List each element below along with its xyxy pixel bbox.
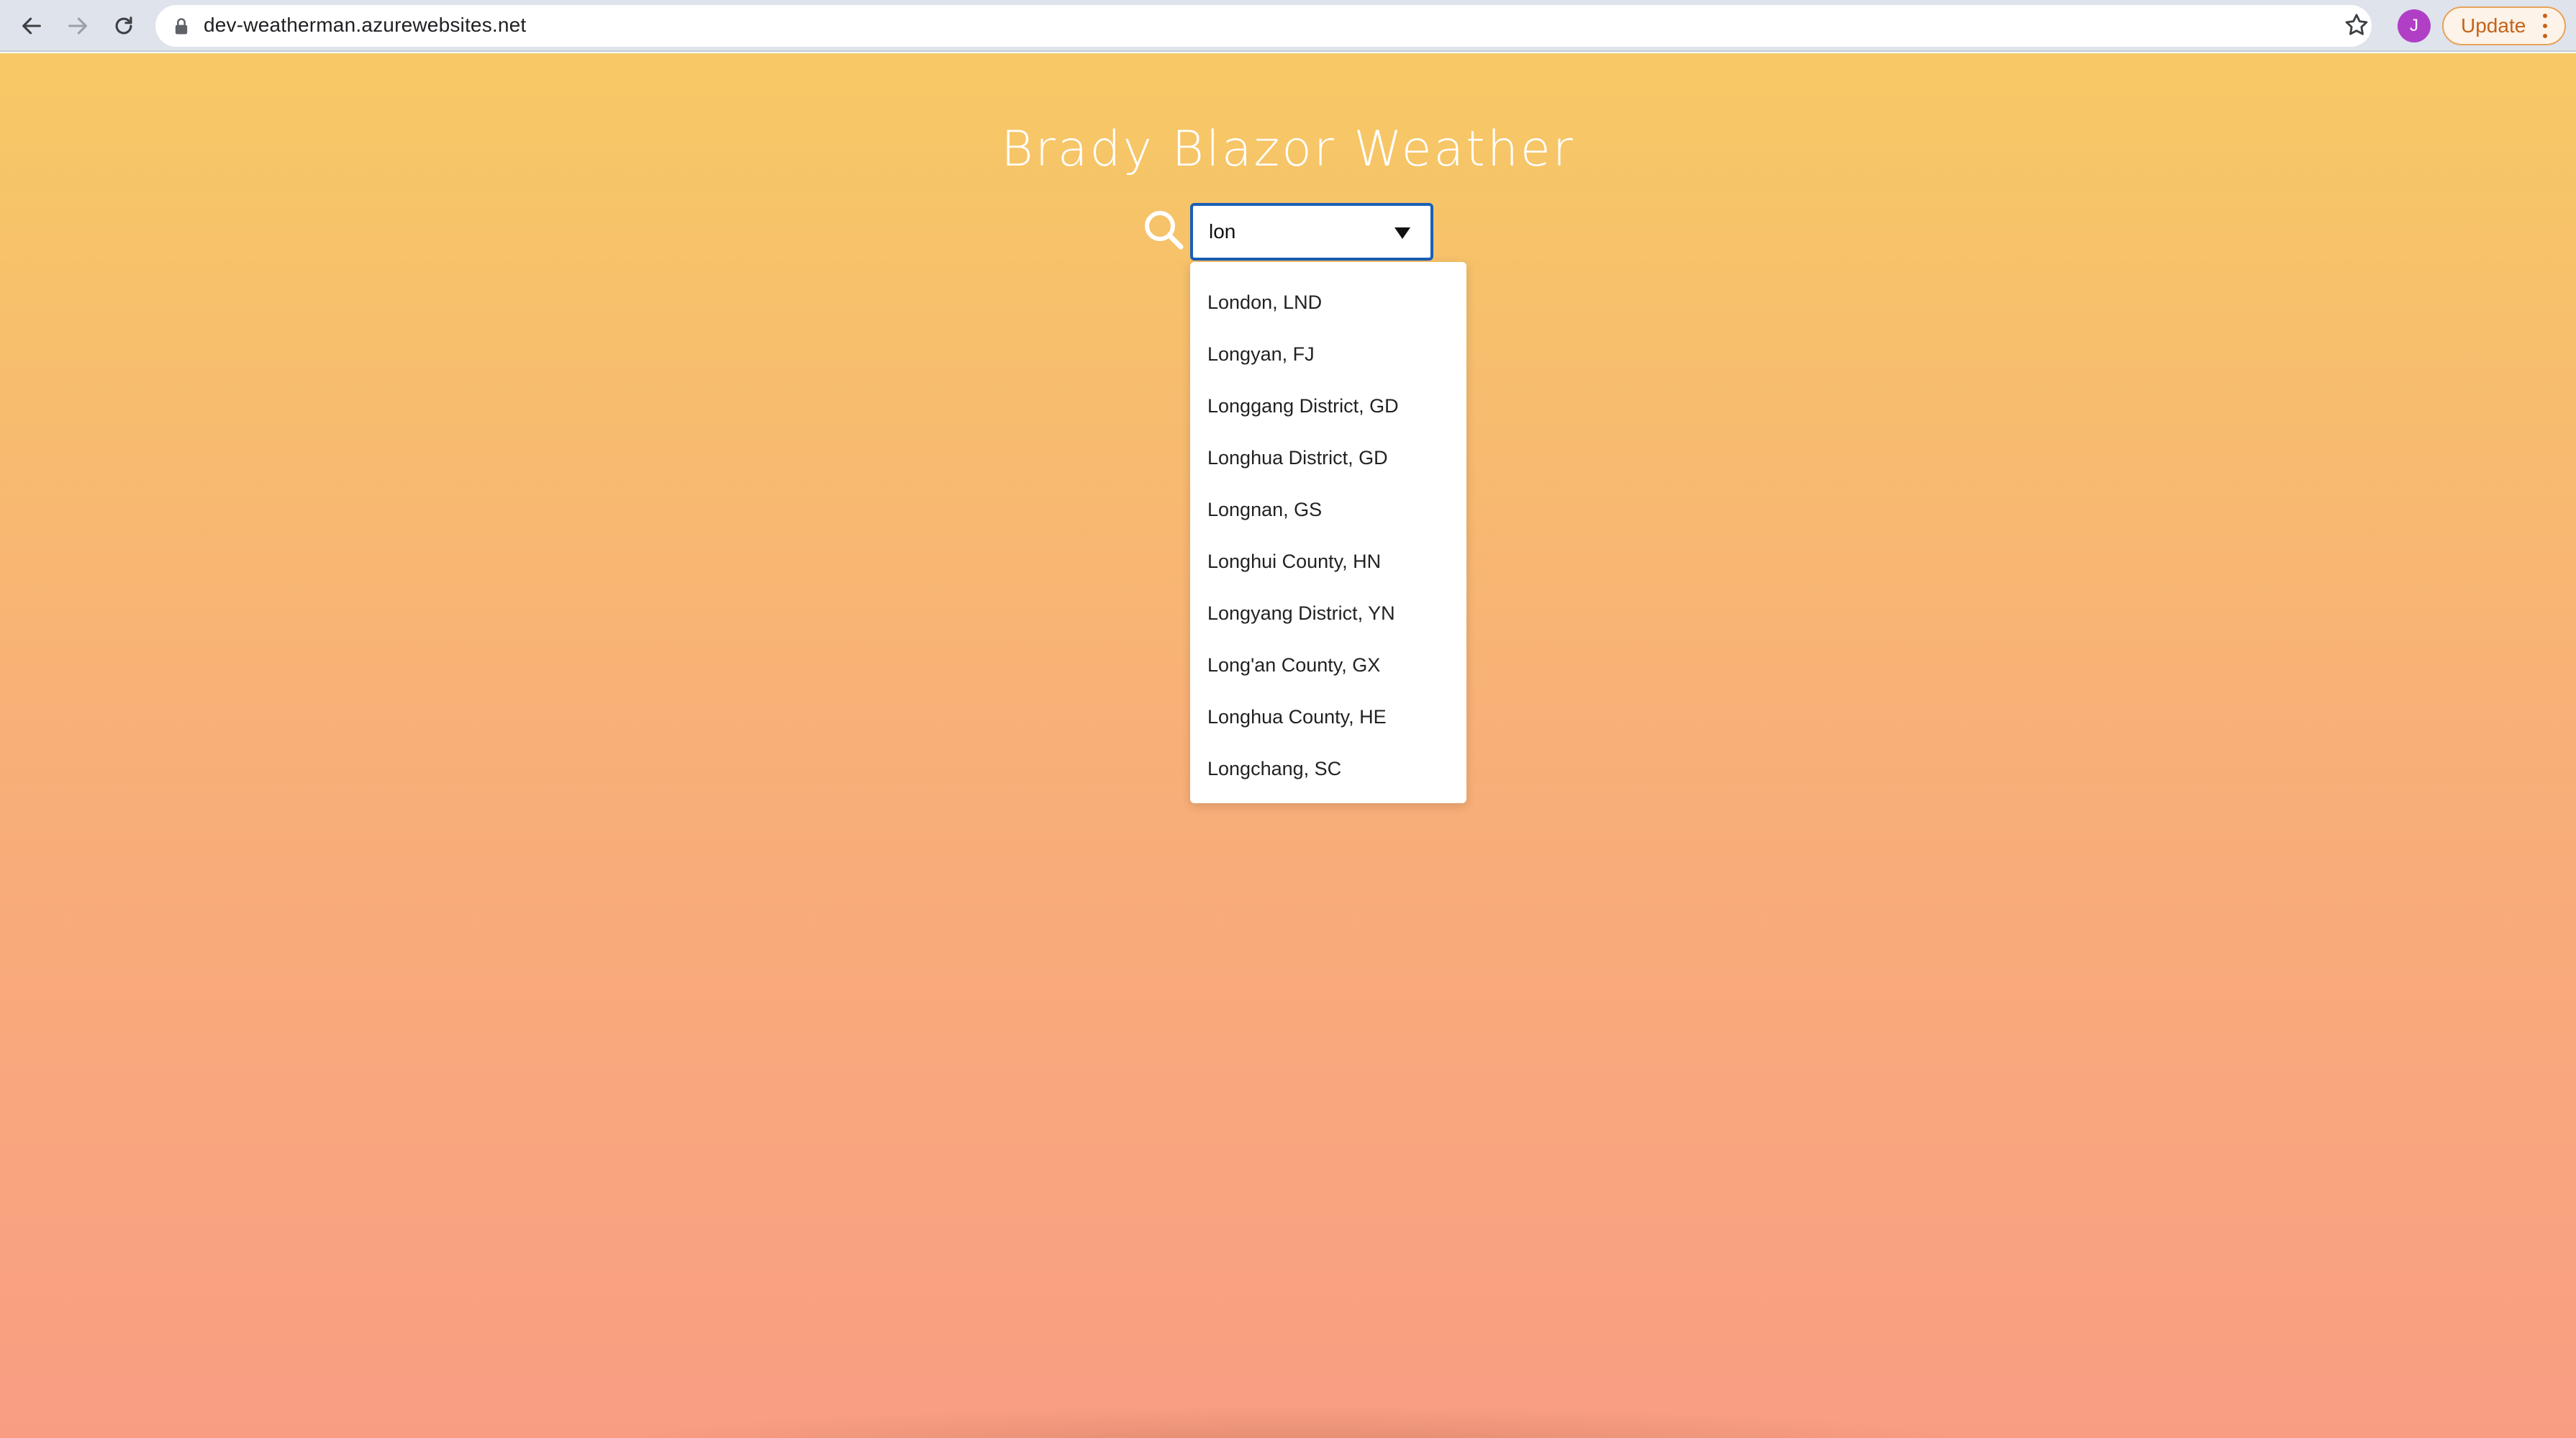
suggestion-item[interactable]: Longyang District, YN <box>1190 587 1466 639</box>
back-button[interactable] <box>13 7 50 45</box>
reload-icon <box>115 17 132 35</box>
forward-button[interactable] <box>59 7 96 45</box>
back-arrow-icon <box>22 17 41 35</box>
kebab-menu-icon[interactable] <box>2541 14 2549 38</box>
suggestion-item[interactable]: Longhua District, GD <box>1190 432 1466 484</box>
city-search-value: lon <box>1209 220 1236 243</box>
city-search-input[interactable]: lon <box>1190 203 1433 261</box>
suggestion-item[interactable]: Longgang District, GD <box>1190 380 1466 432</box>
lock-icon <box>175 18 188 35</box>
search-icon <box>1145 211 1184 250</box>
star-icon[interactable] <box>2343 12 2370 39</box>
city-suggestions-dropdown: London, LND Longyan, FJ Longgang Distric… <box>1190 262 1466 803</box>
update-label: Update <box>2461 14 2526 37</box>
suggestion-item[interactable]: Longyan, FJ <box>1190 328 1466 380</box>
browser-toolbar: dev-weatherman.azurewebsites.net J Updat… <box>0 0 2576 52</box>
suggestion-item[interactable]: Long'an County, GX <box>1190 639 1466 691</box>
chevron-down-icon[interactable] <box>1394 227 1410 239</box>
suggestion-item[interactable]: Longhui County, HN <box>1190 535 1466 587</box>
url-text[interactable]: dev-weatherman.azurewebsites.net <box>204 14 526 37</box>
forward-arrow-icon <box>68 17 87 35</box>
reload-button[interactable] <box>105 7 142 45</box>
page-viewport: Brady Blazor Weather lon London, LND Lon… <box>0 53 2576 1438</box>
suggestion-item[interactable]: Longchang, SC <box>1190 743 1466 795</box>
profile-avatar[interactable]: J <box>2398 9 2431 42</box>
page-title: Brady Blazor Weather <box>1001 121 1575 178</box>
suggestion-item[interactable]: Longnan, GS <box>1190 484 1466 535</box>
suggestion-item[interactable]: London, LND <box>1190 276 1466 328</box>
suggestion-item[interactable]: Longhua County, HE <box>1190 691 1466 743</box>
footer-shadow <box>590 1406 2000 1438</box>
